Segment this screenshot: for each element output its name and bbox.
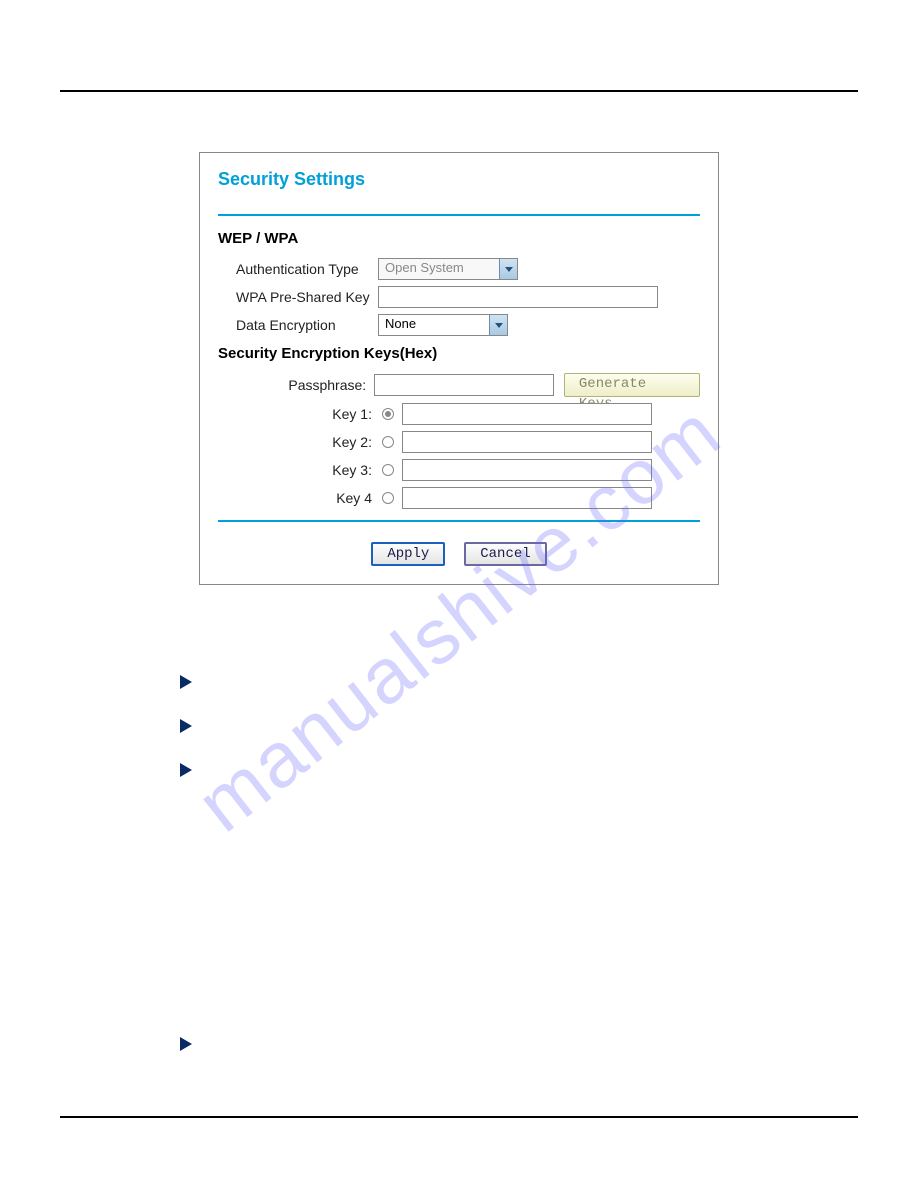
divider	[218, 214, 700, 216]
auth-type-select[interactable]: Open System	[378, 258, 518, 280]
key1-input[interactable]	[402, 403, 652, 425]
encryption-label: Data Encryption	[218, 317, 378, 333]
top-divider	[60, 90, 858, 92]
key3-input[interactable]	[402, 459, 652, 481]
key1-label: Key 1:	[218, 406, 378, 422]
triangle-bullet-icon	[180, 1037, 192, 1051]
chevron-down-icon	[499, 259, 517, 279]
panel-title: Security Settings	[218, 165, 700, 214]
passphrase-input[interactable]	[374, 374, 554, 396]
triangle-bullet-icon	[180, 763, 192, 777]
bottom-divider	[60, 1116, 858, 1118]
key4-label: Key 4	[218, 490, 378, 506]
bullet-list	[180, 675, 858, 1051]
apply-button[interactable]: Apply	[371, 542, 445, 566]
triangle-bullet-icon	[180, 719, 192, 733]
chevron-down-icon	[489, 315, 507, 335]
key2-input[interactable]	[402, 431, 652, 453]
triangle-bullet-icon	[180, 675, 192, 689]
key1-radio[interactable]	[382, 408, 394, 420]
key3-radio[interactable]	[382, 464, 394, 476]
key2-radio[interactable]	[382, 436, 394, 448]
encryption-select[interactable]: None	[378, 314, 508, 336]
security-settings-panel: Security Settings WEP / WPA Authenticati…	[199, 152, 719, 585]
cancel-button[interactable]: Cancel	[464, 542, 546, 566]
keys-header: Security Encryption Keys(Hex)	[218, 339, 700, 370]
passphrase-label: Passphrase:	[218, 377, 374, 393]
auth-type-label: Authentication Type	[218, 261, 378, 277]
key4-input[interactable]	[402, 487, 652, 509]
generate-keys-button[interactable]: Generate Keys	[564, 373, 700, 397]
key4-radio[interactable]	[382, 492, 394, 504]
auth-type-value: Open System	[385, 260, 464, 275]
key3-label: Key 3:	[218, 462, 378, 478]
key2-label: Key 2:	[218, 434, 378, 450]
wep-wpa-header: WEP / WPA	[218, 226, 700, 255]
divider	[218, 520, 700, 522]
psk-label: WPA Pre-Shared Key	[218, 289, 378, 305]
encryption-value: None	[385, 316, 416, 331]
psk-input[interactable]	[378, 286, 658, 308]
